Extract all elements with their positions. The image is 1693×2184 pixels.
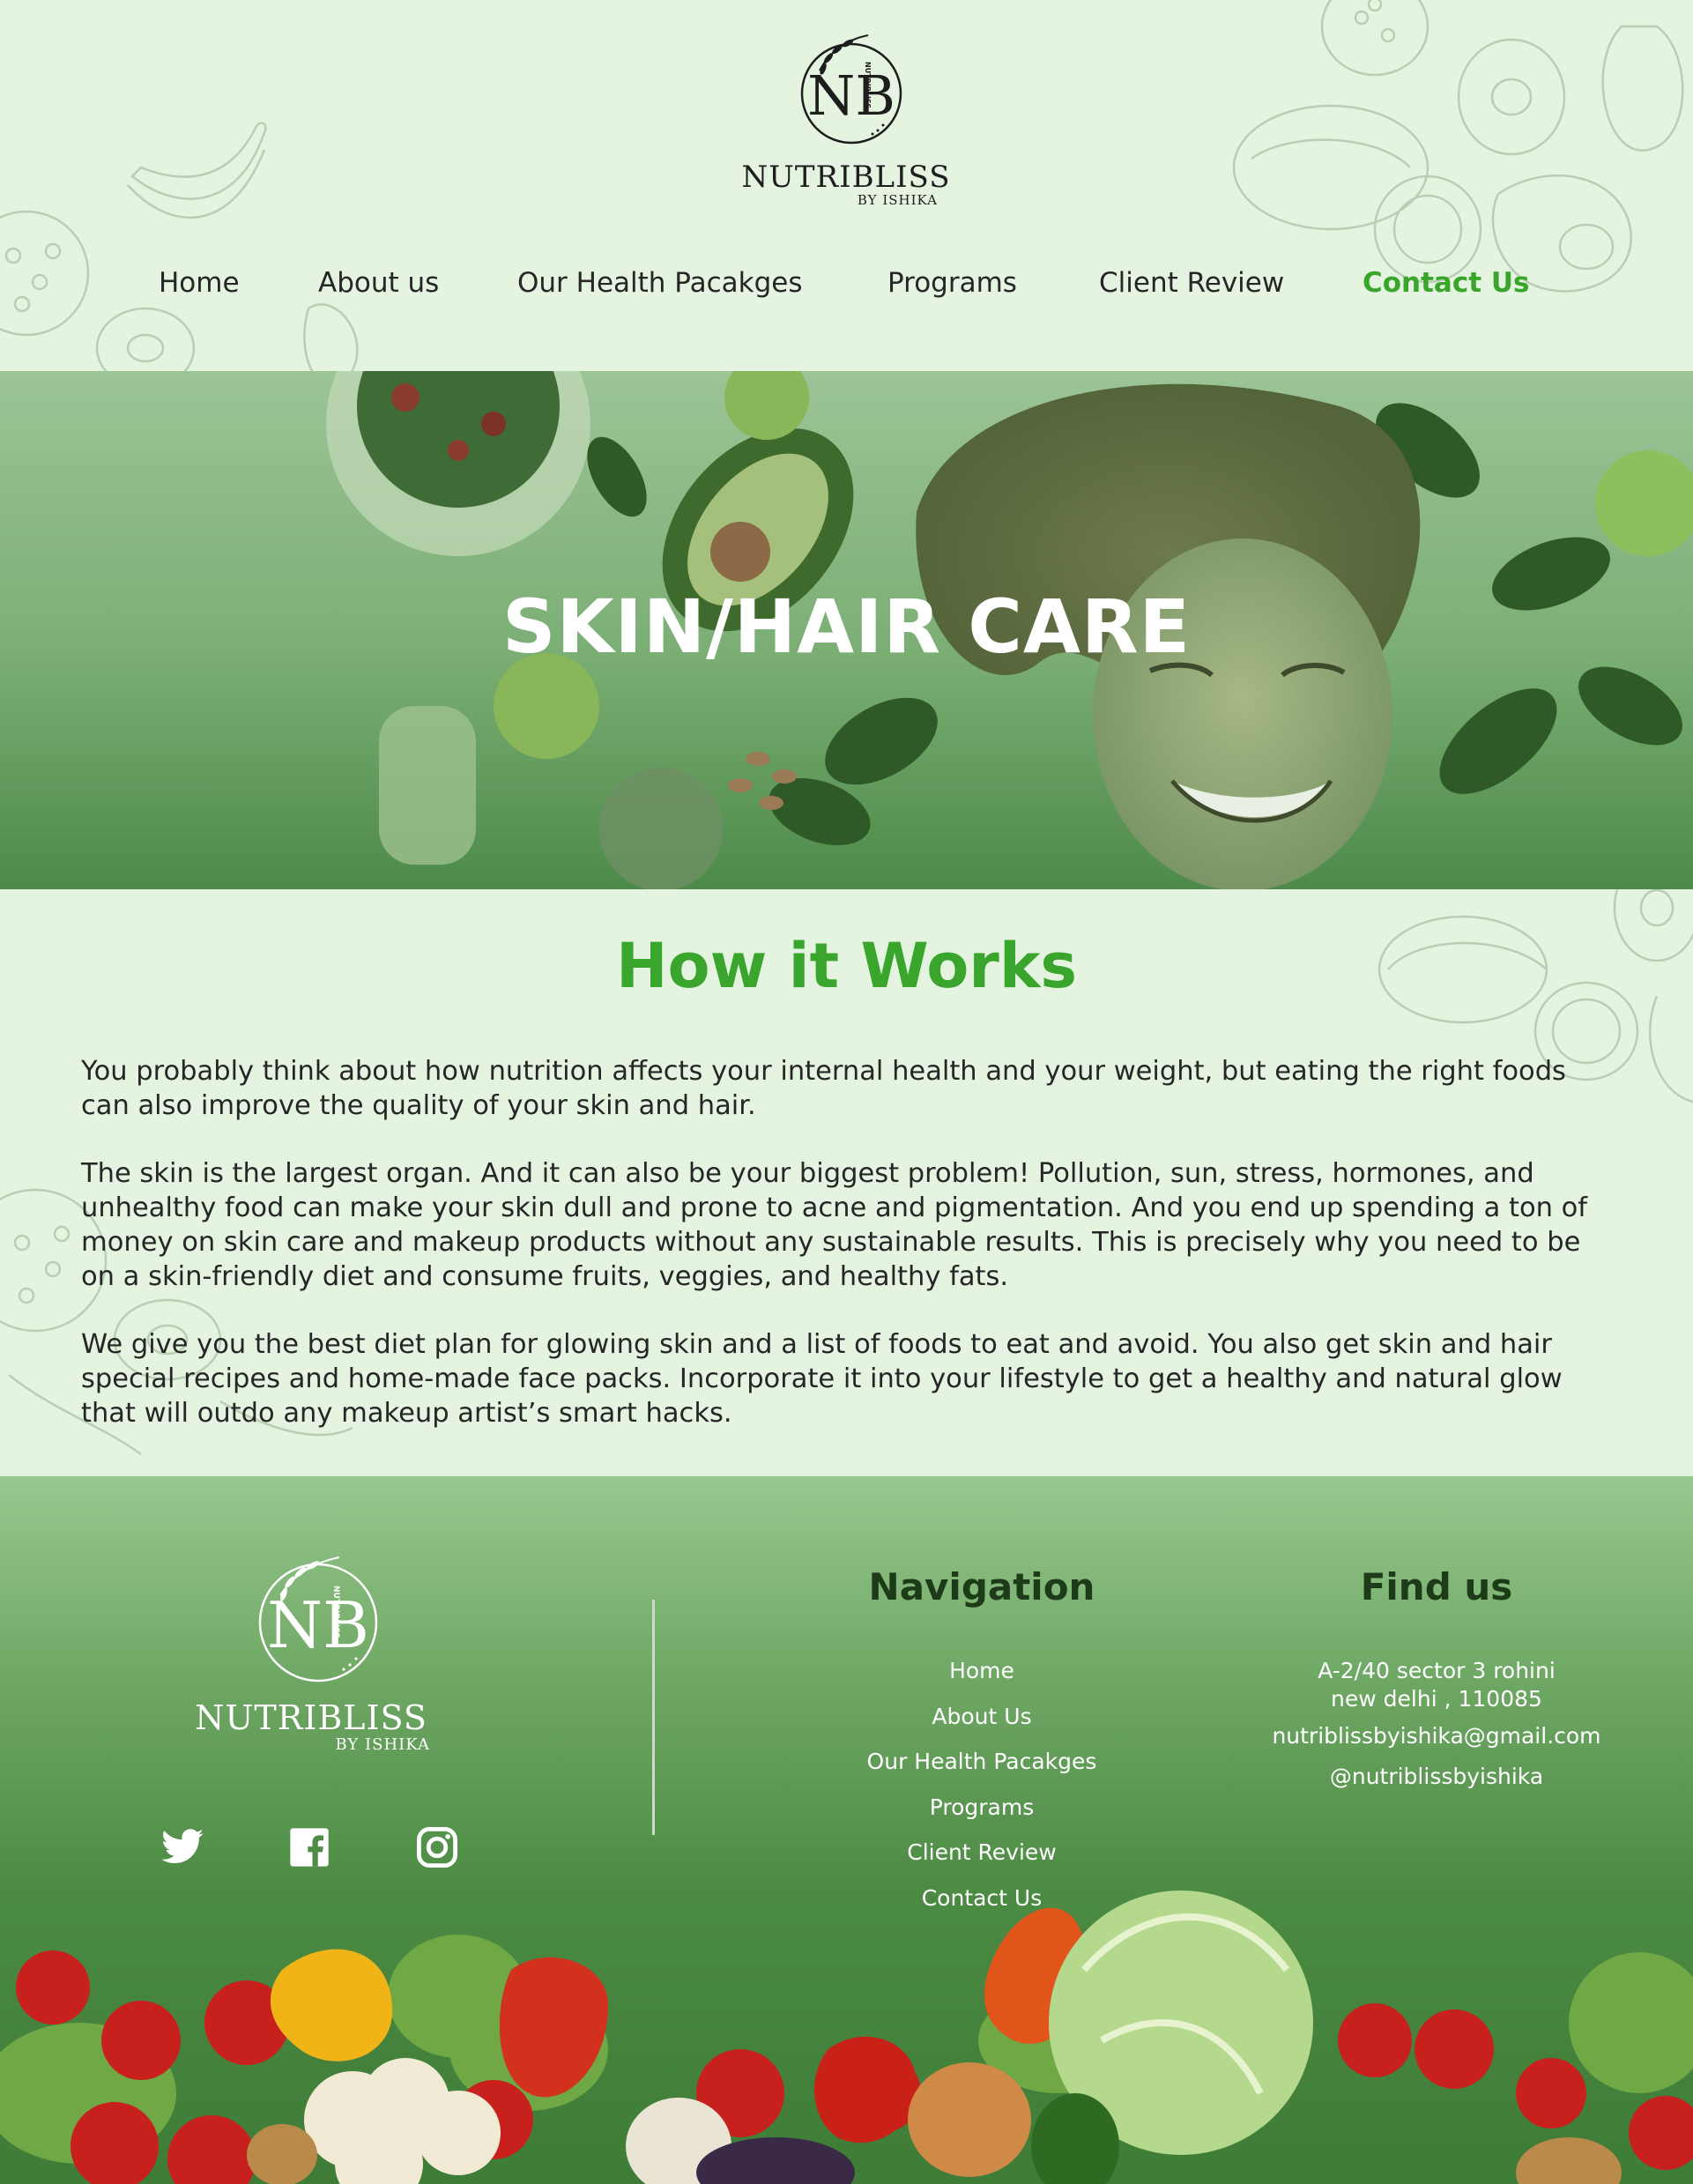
email-link[interactable]: nutriblissbyishika@gmail.com: [1243, 1713, 1630, 1759]
nav-home[interactable]: Home: [159, 261, 240, 305]
brand-name: NUTRIBLISS: [741, 160, 951, 195]
main-nav: Home About us Our Health Pacakges Progra…: [0, 261, 1693, 305]
footer-link-home[interactable]: Home: [806, 1648, 1158, 1694]
brand-logo-mark: NB NUTRIBLISS: [784, 26, 908, 150]
nav-client-review[interactable]: Client Review: [1099, 261, 1284, 305]
footer-nav-title: Navigation: [868, 1565, 1095, 1608]
social-handle-link[interactable]: @nutriblissbyishika: [1243, 1754, 1630, 1800]
paragraph-diet-plan: We give you the best diet plan for glowi…: [81, 1329, 1563, 1429]
twitter-icon[interactable]: [160, 1824, 205, 1870]
instagram-icon[interactable]: [414, 1824, 460, 1870]
find-us-title: Find us: [1360, 1565, 1513, 1608]
footer-link-about-us[interactable]: About Us: [806, 1694, 1158, 1740]
footer-link-health-packages[interactable]: Our Health Pacakges: [806, 1739, 1158, 1785]
section-title: How it Works: [615, 930, 1078, 1002]
footer-brand-logo-mark: NB NUTRIBLISS: [241, 1547, 382, 1688]
nav-contact-us[interactable]: Contact Us: [1363, 261, 1529, 305]
site-header: NB NUTRIBLISS NUTRIBLISS BY ISHIKA Home …: [0, 0, 1693, 371]
hero-banner: SKIN/HAIR CARE: [0, 371, 1693, 889]
facebook-icon[interactable]: [286, 1824, 332, 1870]
brand-logo[interactable]: NB NUTRIBLISS NUTRIBLISS BY ISHIKA: [714, 26, 978, 216]
nav-about-us[interactable]: About us: [318, 261, 439, 305]
how-it-works-section: How it Works You probably think about ho…: [0, 889, 1693, 1476]
footer-nav: Home About Us Our Health Pacakges Progra…: [806, 1648, 1158, 1920]
footer-brand-subtitle: BY ISHIKA: [335, 1735, 430, 1754]
paragraph-intro: You probably think about how nutrition a…: [81, 1056, 1566, 1121]
nav-programs[interactable]: Programs: [887, 261, 1017, 305]
svg-text:NUTRIBLISS: NUTRIBLISS: [331, 1586, 340, 1638]
svg-text:NUTRIBLISS: NUTRIBLISS: [864, 62, 872, 108]
footer-link-client-review[interactable]: Client Review: [806, 1830, 1158, 1876]
site-footer: NB NUTRIBLISS NUTRIBLISS BY ISHIKA Navig…: [0, 1476, 1693, 2184]
footer-brand-name: NUTRIBLISS: [195, 1698, 427, 1737]
footer-divider: [652, 1600, 655, 1835]
address-text: A-2/40 sector 3 rohini new delhi , 11008…: [1318, 1658, 1556, 1712]
footer-link-programs[interactable]: Programs: [806, 1785, 1158, 1831]
find-us-block: A-2/40 sector 3 rohini new delhi , 11008…: [1243, 1648, 1630, 1800]
footer-link-contact-us[interactable]: Contact Us: [806, 1876, 1158, 1921]
hero-title: SKIN/HAIR CARE: [501, 583, 1192, 670]
paragraph-skin: The skin is the largest organ. And it ca…: [81, 1158, 1588, 1292]
svg-text:NB: NB: [807, 63, 895, 128]
nav-health-packages[interactable]: Our Health Pacakges: [517, 261, 803, 305]
svg-text:NB: NB: [267, 1588, 369, 1662]
footer-brand-logo[interactable]: NB NUTRIBLISS NUTRIBLISS BY ISHIKA: [192, 1547, 430, 1755]
